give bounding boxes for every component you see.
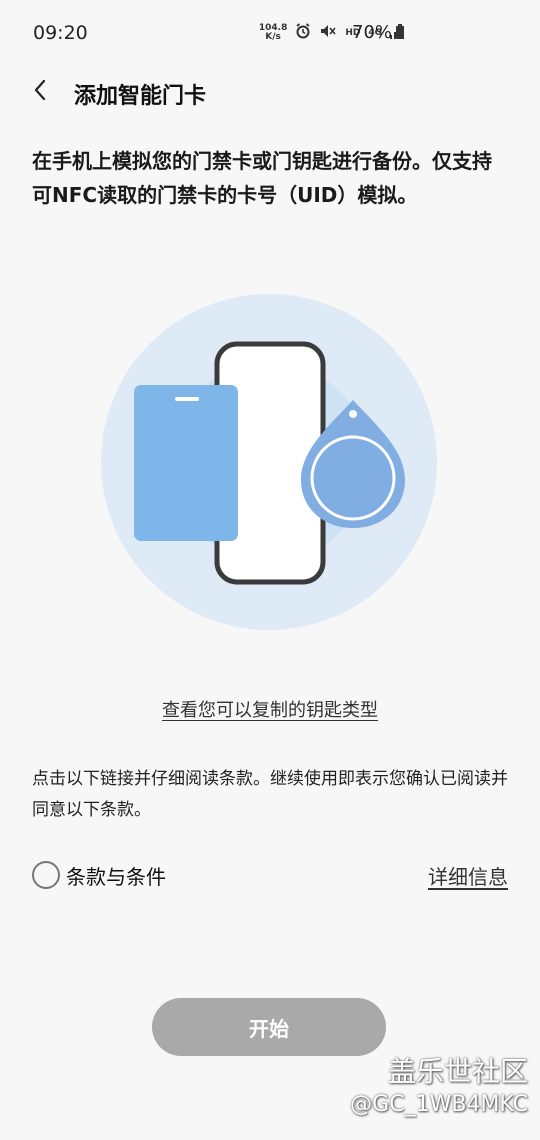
watermark-community: 盖乐世社区 xyxy=(387,1055,528,1088)
back-button[interactable] xyxy=(24,74,56,110)
terms-note: 点击以下链接并仔细阅读条款。继续使用即表示您确认已阅读并同意以下条款。 xyxy=(32,769,508,820)
intro-text: 在手机上模拟您的门禁卡或门钥匙进行备份。仅支持可NFC读取的门禁卡的卡号（UID… xyxy=(32,149,492,207)
battery-icon xyxy=(396,24,405,39)
status-bar: 09:20 104.8 K/s HD 4G 70% xyxy=(0,0,540,64)
supported-key-types-link[interactable]: 查看您可以复制的钥匙类型 xyxy=(0,696,540,722)
battery: 70% xyxy=(352,22,405,43)
chevron-left-icon xyxy=(32,78,48,106)
terms-details-link[interactable]: 详细信息 xyxy=(428,861,508,890)
battery-percent: 70% xyxy=(352,22,393,43)
terms-checkbox[interactable] xyxy=(32,861,60,889)
nfc-illustration xyxy=(101,294,437,630)
page-title: 添加智能门卡 xyxy=(74,84,207,109)
mute-icon xyxy=(319,23,337,43)
terms-label[interactable]: 条款与条件 xyxy=(66,861,166,890)
network-speed-unit: K/s xyxy=(265,32,281,42)
start-button[interactable]: 开始 xyxy=(152,998,386,1056)
app-header: 添加智能门卡 xyxy=(0,64,540,120)
network-speed: 104.8 K/s xyxy=(259,24,287,42)
alarm-icon xyxy=(295,23,311,43)
watermark-user: @GC_1WB4MKC xyxy=(350,1092,528,1117)
terms-row: 条款与条件 详细信息 xyxy=(32,858,508,892)
status-time: 09:20 xyxy=(33,22,88,44)
